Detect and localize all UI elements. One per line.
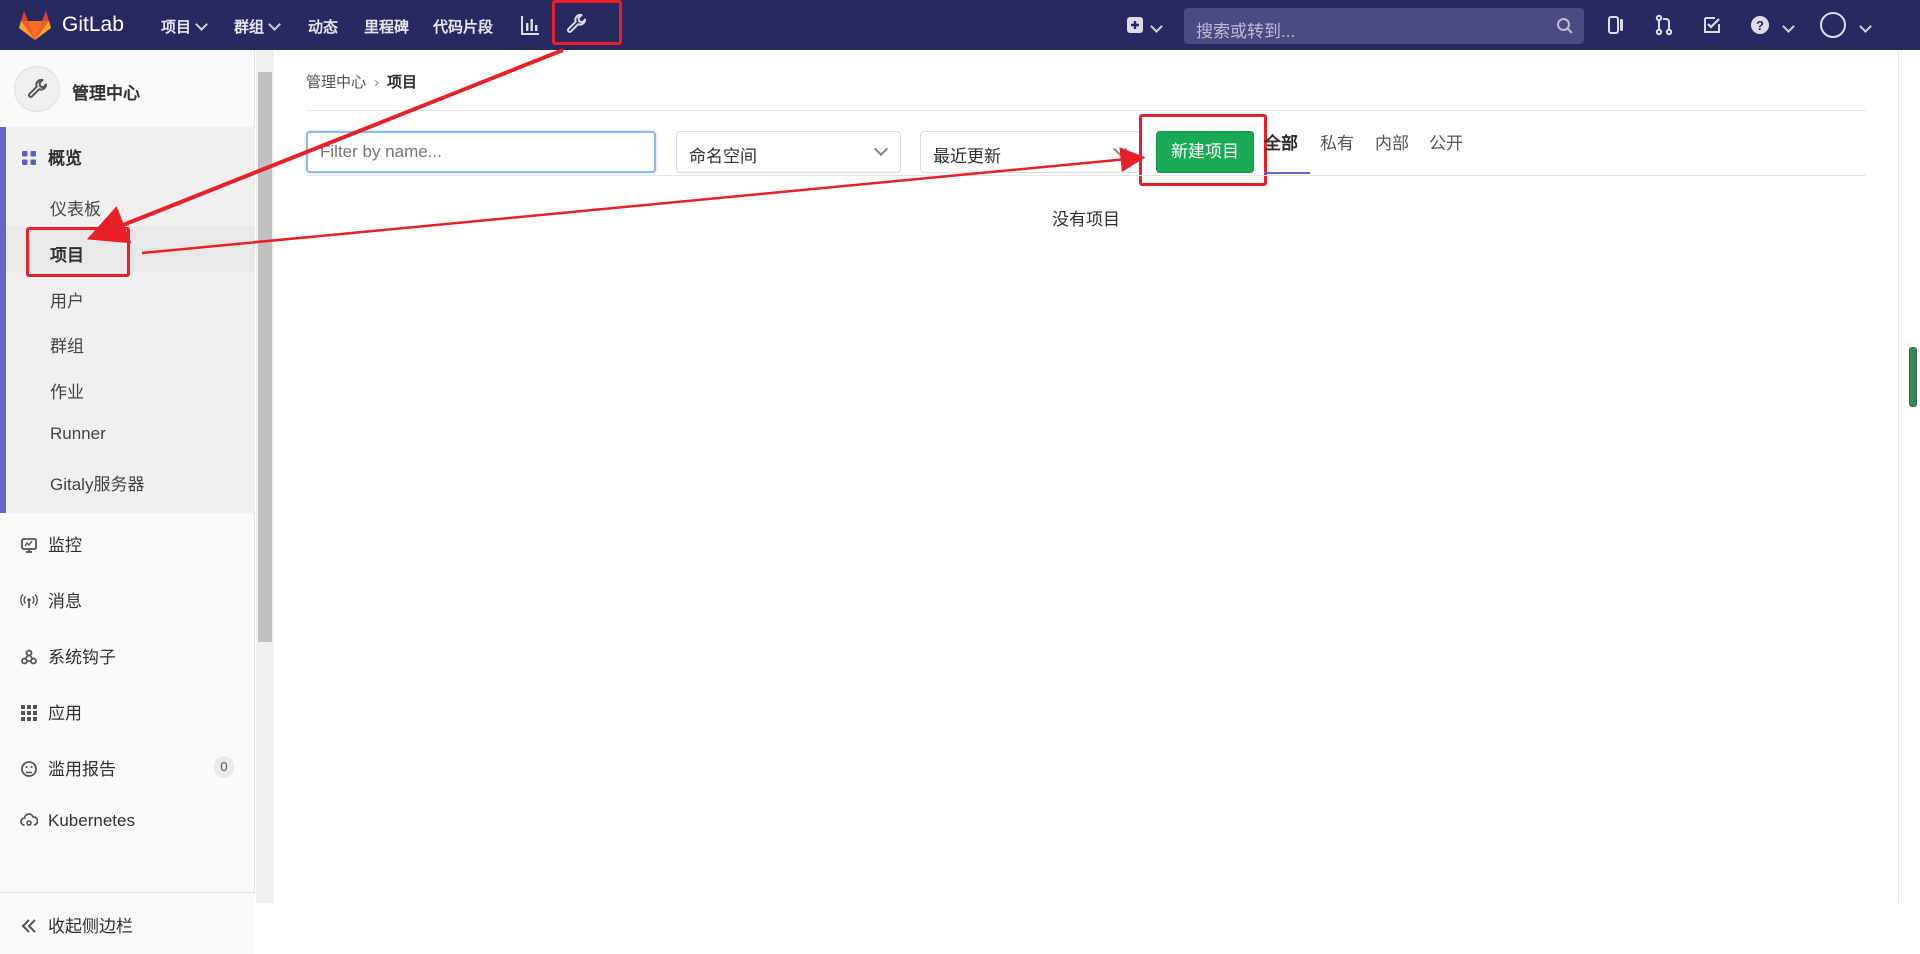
- sidebar-item-applications[interactable]: 应用: [20, 699, 82, 724]
- sidebar-item-jobs[interactable]: 作业: [50, 378, 84, 403]
- search-input[interactable]: 搜索或转到...: [1184, 8, 1584, 44]
- chevron-down-icon: [1112, 141, 1128, 157]
- abuse-count-badge: 0: [214, 756, 234, 778]
- active-tab-indicator: [1264, 172, 1310, 174]
- admin-wrench-icon: [14, 66, 60, 112]
- sidebar-item-groups[interactable]: 群组: [50, 332, 84, 357]
- nav-milestones[interactable]: 里程碑: [364, 16, 409, 37]
- nav-projects-menu[interactable]: 项目: [161, 16, 208, 37]
- sidebar-item-label: 应用: [48, 704, 82, 723]
- plus-square-icon[interactable]: [1123, 13, 1147, 37]
- chevron-down-icon[interactable]: [1859, 20, 1872, 33]
- breadcrumb-admin-link[interactable]: 管理中心: [306, 74, 366, 91]
- divider: [306, 175, 1866, 176]
- sidebar-item-monitoring[interactable]: 监控: [20, 531, 82, 556]
- search-placeholder: 搜索或转到...: [1196, 22, 1296, 41]
- sidebar-scrollbar-thumb[interactable]: [258, 72, 272, 642]
- sidebar-item-label: Kubernetes: [48, 811, 135, 830]
- sidebar-item-overview[interactable]: 概览: [20, 144, 82, 169]
- tab-private[interactable]: 私有: [1320, 129, 1354, 154]
- merge-request-icon[interactable]: [1652, 13, 1676, 37]
- admin-sidebar: 管理中心 概览 仪表板 项目 用户 群组 作业 Runner Gitaly服务器…: [0, 50, 255, 954]
- tab-all[interactable]: 全部: [1264, 129, 1298, 154]
- overview-grid-icon: [20, 149, 38, 167]
- chevron-down-icon[interactable]: [1150, 20, 1163, 33]
- sort-dropdown-value: 最近更新: [933, 147, 1001, 166]
- sidebar-item-messages[interactable]: 消息: [20, 587, 82, 612]
- issues-icon[interactable]: [1604, 13, 1628, 37]
- sidebar-item-abuse-reports[interactable]: 滥用报告: [20, 755, 116, 780]
- filter-by-name-input[interactable]: [306, 131, 656, 173]
- empty-state-message: 没有项目: [1052, 210, 1120, 229]
- sidebar-item-label: 消息: [48, 592, 82, 611]
- user-avatar[interactable]: [1820, 12, 1846, 38]
- overview-section: [0, 127, 255, 513]
- namespace-dropdown[interactable]: 命名空间: [676, 131, 901, 173]
- apps-grid-icon: [20, 704, 38, 722]
- sidebar-item-label: 监控: [48, 536, 82, 555]
- sidebar-item-dashboard[interactable]: 仪表板: [50, 195, 101, 220]
- sidebar-title: 管理中心: [72, 84, 140, 103]
- nav-projects-label: 项目: [161, 19, 192, 36]
- chevron-down-icon: [195, 18, 208, 31]
- top-navbar: GitLab 项目 群组 动态 里程碑 代码片段 搜索或转到... ?: [0, 0, 1920, 50]
- annotation-highlight-box: [26, 227, 130, 277]
- sidebar-item-users[interactable]: 用户: [50, 287, 84, 312]
- page-scrollbar-track[interactable]: [1898, 50, 1920, 903]
- collapse-sidebar-button[interactable]: 收起侧边栏: [0, 892, 255, 954]
- todo-check-icon[interactable]: [1700, 13, 1724, 37]
- sidebar-item-label: 滥用报告: [48, 760, 116, 779]
- tab-internal[interactable]: 内部: [1375, 129, 1409, 154]
- sidebar-item-label: 系统钩子: [48, 648, 116, 667]
- nav-snippets[interactable]: 代码片段: [433, 16, 493, 37]
- chevron-right-icon: ›: [374, 74, 380, 91]
- annotation-highlight-box: [552, 0, 622, 45]
- chevron-down-icon: [873, 141, 889, 157]
- collapse-sidebar-row: 收起侧边栏: [20, 912, 133, 937]
- nav-activity[interactable]: 动态: [308, 16, 338, 37]
- breadcrumb-current[interactable]: 项目: [387, 74, 417, 91]
- collapse-sidebar-label: 收起侧边栏: [48, 917, 133, 936]
- gitlab-logo-icon[interactable]: [18, 9, 52, 41]
- hook-icon: [20, 648, 38, 666]
- sad-face-icon: [20, 760, 38, 778]
- namespace-dropdown-value: 命名空间: [689, 147, 757, 166]
- sort-dropdown[interactable]: 最近更新: [920, 131, 1140, 173]
- svg-text:?: ?: [1756, 18, 1764, 33]
- broadcast-icon: [20, 592, 38, 610]
- brand-name[interactable]: GitLab: [62, 13, 124, 37]
- double-chevron-left-icon: [20, 917, 38, 935]
- sidebar-item-kubernetes[interactable]: Kubernetes: [20, 811, 135, 831]
- cloud-gear-icon: [20, 811, 39, 829]
- help-icon[interactable]: ?: [1748, 13, 1772, 37]
- breadcrumb: 管理中心 › 项目: [306, 71, 417, 92]
- sidebar-item-runners[interactable]: Runner: [50, 424, 106, 444]
- nav-groups-label: 群组: [234, 19, 265, 36]
- monitor-icon: [20, 536, 38, 554]
- divider: [306, 110, 1866, 111]
- sidebar-section-label: 概览: [48, 149, 82, 168]
- sidebar-header[interactable]: 管理中心: [14, 66, 254, 116]
- search-icon: [1556, 17, 1574, 35]
- tab-public[interactable]: 公开: [1429, 129, 1463, 154]
- sidebar-item-system-hooks[interactable]: 系统钩子: [20, 643, 116, 668]
- chevron-down-icon: [268, 18, 281, 31]
- sidebar-item-gitaly-servers[interactable]: Gitaly服务器: [50, 470, 144, 495]
- page-scrollbar-thumb[interactable]: [1909, 347, 1917, 407]
- chevron-down-icon[interactable]: [1782, 20, 1795, 33]
- nav-groups-menu[interactable]: 群组: [234, 16, 281, 37]
- activity-chart-icon[interactable]: [518, 13, 542, 37]
